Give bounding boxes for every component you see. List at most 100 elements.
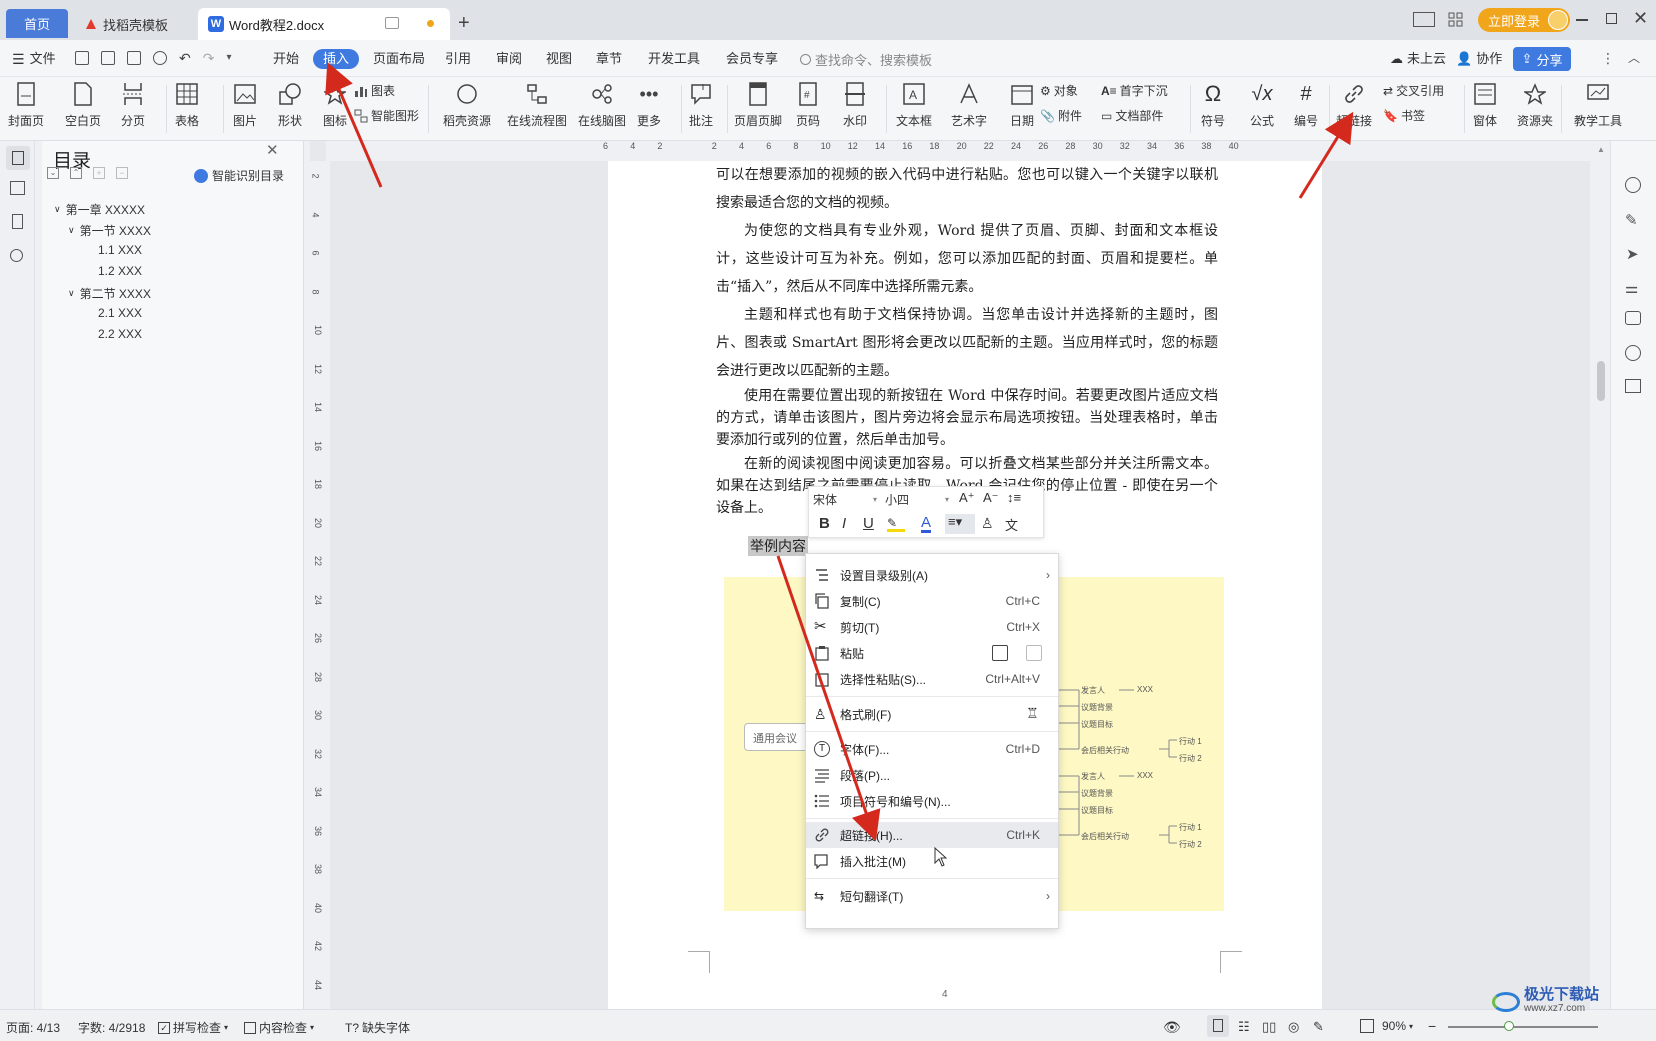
selected-text[interactable]: 举例内容 xyxy=(748,536,808,556)
teaching-tools-button[interactable]: 教学工具 xyxy=(1574,81,1622,129)
menu-item-font[interactable]: T 字体(F)... Ctrl+D xyxy=(806,736,1058,762)
toc-item[interactable]: ∨ 第一章 XXXXX xyxy=(54,201,145,218)
docer-resources-button[interactable]: 稻壳资源 xyxy=(443,81,491,129)
scroll-thumb[interactable] xyxy=(1597,361,1605,401)
font-size-select[interactable]: 小四 ▾ xyxy=(885,490,949,508)
web-view-icon[interactable]: ◎ xyxy=(1288,1019,1299,1035)
paragraph[interactable]: 可以在想要添加的视频的嵌入代码中进行粘贴。您也可以键入一个关键字以联机搜索最适合… xyxy=(716,161,1218,217)
toc-close-icon[interactable]: ✕ xyxy=(266,141,279,159)
word-count[interactable]: 字数: 4/2918 xyxy=(78,1019,145,1036)
menu-item-copy[interactable]: 复制(C) Ctrl+C xyxy=(806,588,1058,614)
page-indicator[interactable]: 页面: 4/13 xyxy=(6,1019,60,1036)
bookmark-button[interactable]: 🔖 书签 xyxy=(1383,107,1425,124)
close-button[interactable]: ✕ xyxy=(1633,8,1648,29)
zoom-slider-thumb[interactable] xyxy=(1504,1021,1514,1031)
header-footer-button[interactable]: 页眉页脚 xyxy=(734,81,782,129)
tab-docer-templates[interactable]: 找稻壳模板 xyxy=(74,8,192,40)
menu-review[interactable]: 审阅 xyxy=(496,49,522,69)
layout-icon[interactable] xyxy=(1413,12,1435,27)
chart-button[interactable]: 图表 xyxy=(354,82,395,99)
menu-item-paste[interactable]: 粘贴 xyxy=(806,640,1058,666)
mindmap-button[interactable]: 在线脑图 xyxy=(578,81,626,129)
cover-page-button[interactable]: 封面页 xyxy=(8,81,44,129)
date-button[interactable]: 日期 xyxy=(1009,81,1035,129)
content-check-button[interactable]: 内容检查 ▾ xyxy=(244,1019,314,1036)
menu-item-bullets[interactable]: 项目符号和编号(N)... xyxy=(806,788,1058,814)
format-painter-icon[interactable]: ♙ xyxy=(981,515,994,532)
blank-page-button[interactable]: 空白页 xyxy=(65,81,101,129)
dropcap-button[interactable]: A≡ 首字下沉 xyxy=(1101,82,1168,99)
toc-item[interactable]: ∨ 第一节 XXXX xyxy=(68,222,151,239)
pen-icon[interactable]: ✎ xyxy=(1625,211,1638,229)
adjust-icon[interactable]: ⚌ xyxy=(1625,279,1638,297)
crossref-button[interactable]: ⇄ 交叉引用 xyxy=(1383,82,1444,99)
apps-grid-icon[interactable] xyxy=(1448,12,1463,27)
line-spacing-icon[interactable]: ↕≡ xyxy=(1007,490,1021,505)
toc-panel-icon[interactable] xyxy=(6,146,30,170)
textbox-button[interactable]: A 文本框 xyxy=(896,81,932,129)
numbering-button[interactable]: # 编号 xyxy=(1293,81,1319,129)
save-icon[interactable] xyxy=(75,51,89,65)
image-tool-icon[interactable] xyxy=(1625,311,1641,325)
vertical-scrollbar[interactable]: ▲ xyxy=(1594,141,1608,1009)
italic-button[interactable]: I xyxy=(842,515,846,532)
maximize-button[interactable] xyxy=(1606,13,1617,24)
cloud-status[interactable]: ☁ 未上云 xyxy=(1390,49,1446,69)
page-view-icon[interactable] xyxy=(1207,1015,1229,1037)
vertical-ruler[interactable]: 2 4 6 8 10 12 14 16 18 20 22 24 26 28 30 32 34 36 38 40 42 44 xyxy=(310,161,326,1009)
font-select[interactable]: 宋体 ▾ xyxy=(813,490,877,508)
toc-item[interactable]: 2.1 XXX xyxy=(98,306,142,320)
scroll-up-icon[interactable]: ▲ xyxy=(1597,145,1605,154)
object-button[interactable]: ⚙ 对象 xyxy=(1040,82,1078,99)
tab-document[interactable]: W Word教程2.docx xyxy=(198,8,450,40)
form-window-button[interactable]: 窗体 xyxy=(1472,81,1498,129)
font-color-icon[interactable]: A xyxy=(921,515,932,533)
outline-view-icon[interactable]: ☷ xyxy=(1238,1019,1250,1035)
symbol-button[interactable]: Ω 符号 xyxy=(1200,81,1226,129)
menu-item-hyperlink[interactable]: 超链接(H)... Ctrl+K xyxy=(806,822,1058,848)
collab-button[interactable]: 👤 协作 xyxy=(1456,49,1502,69)
horizontal-ruler[interactable]: 6 4 2 2 4 6 8 10 12 14 16 18 20 22 24 26 28 30 32 34 36 38 40 xyxy=(603,141,1266,161)
dropdown-icon[interactable]: ▾ xyxy=(226,51,231,65)
export-icon[interactable] xyxy=(101,51,115,65)
menu-insert[interactable]: 插入 xyxy=(313,49,360,69)
tab-home[interactable]: 首页 xyxy=(6,9,68,38)
toc-item[interactable]: 1.2 XXX xyxy=(98,264,142,278)
flowchart-button[interactable]: 在线流程图 xyxy=(507,81,567,129)
toc-item[interactable]: 1.1 XXX xyxy=(98,243,142,257)
collapse-all-icon[interactable]: ⌄ xyxy=(47,167,59,179)
menu-item-paste-special[interactable]: 选择性粘贴(S)... Ctrl+Alt+V xyxy=(806,666,1058,692)
menu-chapter[interactable]: 章节 xyxy=(596,49,622,69)
format-painter-alt-icon[interactable]: ♖ xyxy=(1026,705,1039,722)
expand-icon[interactable]: ⌃ xyxy=(70,167,82,179)
undo-icon[interactable]: ↶ xyxy=(179,51,191,65)
formula-button[interactable]: √x 公式 xyxy=(1249,81,1275,129)
paste-text-only-icon[interactable] xyxy=(1026,645,1042,661)
bold-button[interactable]: B xyxy=(819,515,830,532)
more-button[interactable]: ••• 更多 xyxy=(636,81,662,129)
compass-icon[interactable] xyxy=(1625,345,1641,361)
search-panel-icon[interactable] xyxy=(10,249,23,262)
missing-font-button[interactable]: T? 缺失字体 xyxy=(345,1019,410,1036)
picture-button[interactable]: 图片 xyxy=(232,81,258,129)
write-view-icon[interactable]: ✎ xyxy=(1313,1019,1324,1035)
add-heading-icon[interactable]: + xyxy=(93,167,105,179)
select-cursor-icon[interactable]: ➤ xyxy=(1626,245,1639,263)
toc-item[interactable]: 2.2 XXX xyxy=(98,327,142,341)
smart-toc-button[interactable]: 智能识别目录 xyxy=(194,167,284,184)
eye-protection-icon[interactable]: 👁 xyxy=(1163,1019,1181,1036)
navigation-icon[interactable] xyxy=(10,181,25,195)
file-menu[interactable]: ☰ 文件 xyxy=(12,49,56,69)
phonetic-icon[interactable]: 文 xyxy=(1005,515,1018,534)
zoom-level[interactable]: 90% ▾ xyxy=(1382,1019,1413,1033)
spell-check-button[interactable]: ✓ 拼写检查 ▾ xyxy=(158,1019,228,1036)
icon-insert-button[interactable]: 图标 xyxy=(322,81,348,129)
paragraph[interactable]: 主题和样式也有助于文档保持协调。当您单击设计并选择新的主题时，图片、图表或 Sm… xyxy=(716,301,1218,385)
menu-item-format-painter[interactable]: ♙ 格式刷(F) ♖ xyxy=(806,701,1058,727)
print-preview-icon[interactable] xyxy=(153,51,167,65)
menu-item-toc-level[interactable]: 设置目录级别(A) › xyxy=(806,562,1058,588)
collapse-ribbon-icon[interactable]: ︿ xyxy=(1628,49,1640,66)
highlight-icon[interactable]: ✎ xyxy=(887,516,905,532)
more-icon[interactable]: ⋮ xyxy=(1601,50,1615,67)
page-number-button[interactable]: # 页码 xyxy=(795,81,821,129)
